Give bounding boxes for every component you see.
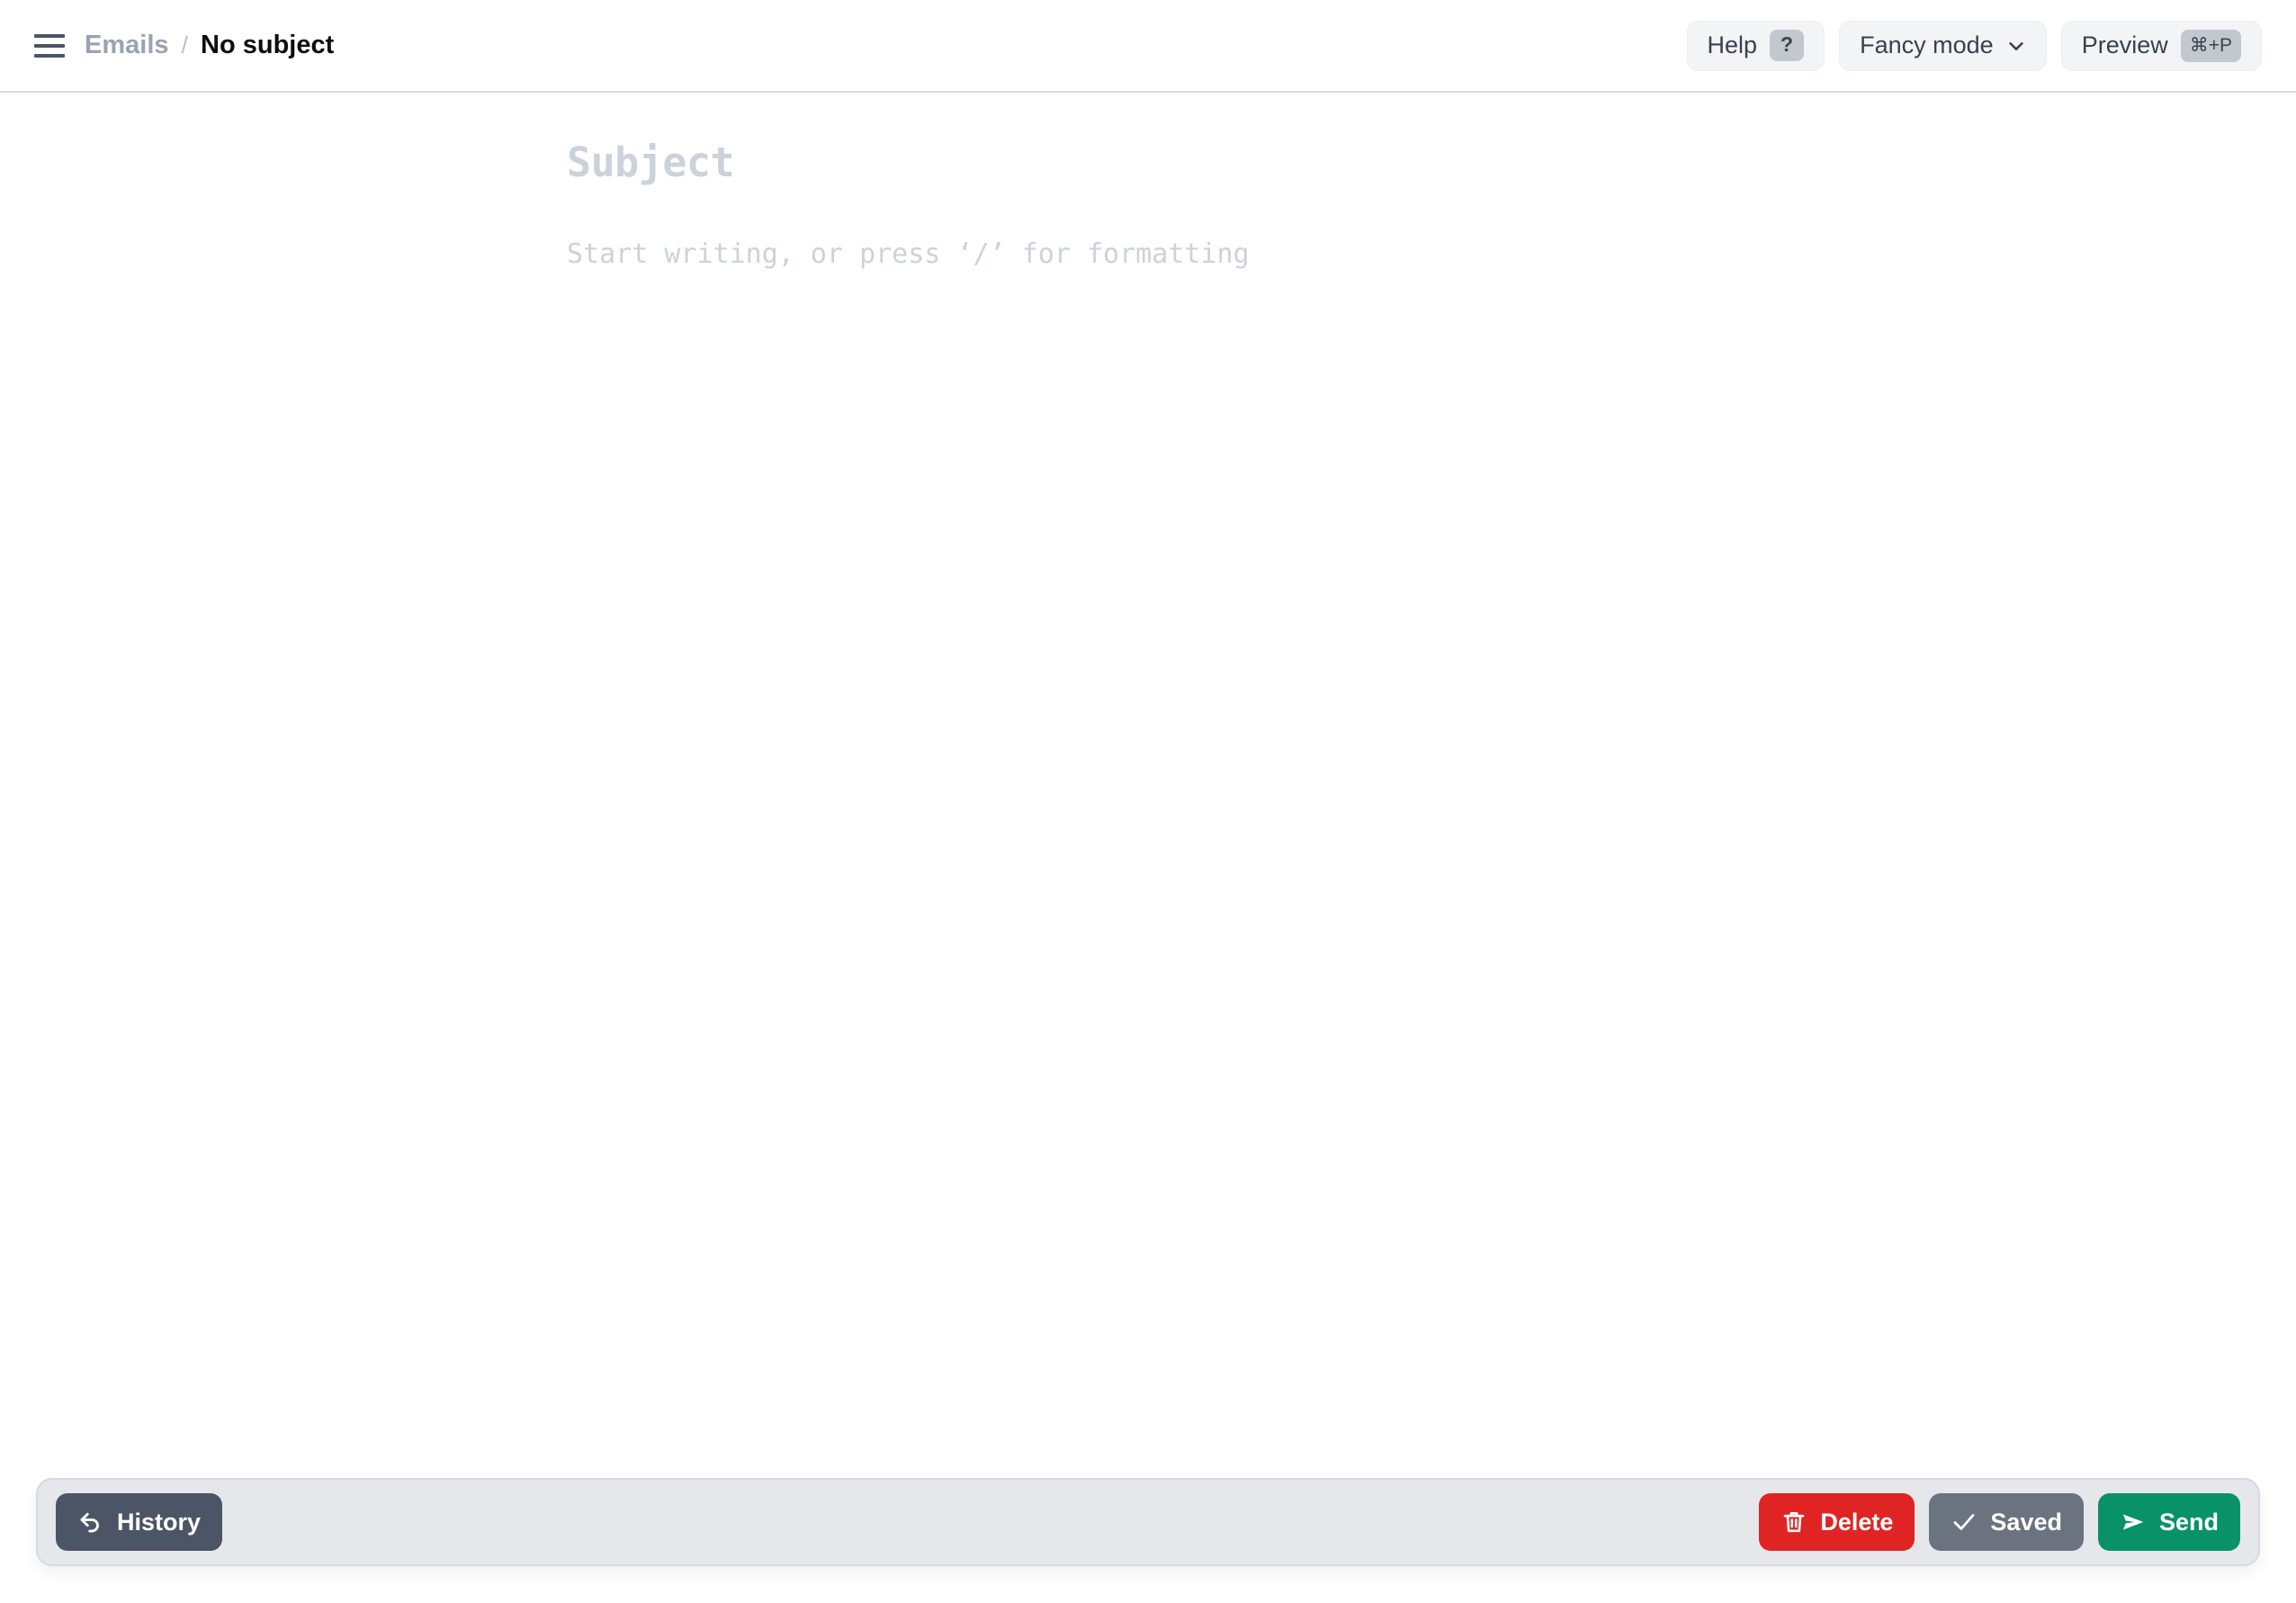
body-input-placeholder[interactable]: Start writing, or press ‘/’ for formatti… xyxy=(567,237,2296,272)
send-button[interactable]: Send xyxy=(2097,1493,2240,1551)
fancy-mode-label: Fancy mode xyxy=(1860,31,1994,58)
hamburger-line xyxy=(34,53,65,58)
header-actions-group: Help ? Fancy mode Preview ⌘+P xyxy=(1686,20,2262,71)
bottom-toolbar-right-group: Delete Saved Send xyxy=(1759,1493,2240,1551)
send-plane-icon xyxy=(2120,1509,2147,1536)
saved-button-label: Saved xyxy=(1990,1508,2062,1536)
history-button-label: History xyxy=(117,1508,202,1536)
breadcrumb-separator: / xyxy=(181,31,189,58)
history-button[interactable]: History xyxy=(56,1493,223,1551)
delete-button[interactable]: Delete xyxy=(1759,1493,1915,1551)
email-editor-area[interactable]: Subject Start writing, or press ‘/’ for … xyxy=(0,93,2296,1478)
preview-button-label: Preview xyxy=(2081,31,2168,58)
trash-icon xyxy=(1780,1509,1807,1536)
help-button[interactable]: Help ? xyxy=(1686,20,1825,71)
header-left-group: Emails / No subject xyxy=(34,31,334,61)
app-header: Emails / No subject Help ? Fancy mode Pr… xyxy=(0,0,2296,93)
editor-bottom-toolbar: History Delete Saved Send xyxy=(36,1478,2260,1566)
check-icon xyxy=(1951,1509,1978,1536)
subject-input-placeholder[interactable]: Subject xyxy=(567,142,2296,183)
help-shortcut-badge: ? xyxy=(1770,30,1805,61)
hamburger-line xyxy=(34,43,65,48)
send-button-label: Send xyxy=(2158,1508,2219,1536)
preview-shortcut-badge: ⌘+P xyxy=(2180,29,2241,62)
breadcrumb: Emails / No subject xyxy=(85,31,334,60)
hamburger-line xyxy=(34,33,65,38)
help-button-label: Help xyxy=(1707,31,1758,58)
saved-status-button[interactable]: Saved xyxy=(1929,1493,2084,1551)
undo-arrow-icon xyxy=(77,1509,104,1536)
hamburger-menu-icon[interactable] xyxy=(34,31,65,61)
breadcrumb-parent-link[interactable]: Emails xyxy=(85,31,169,60)
breadcrumb-current-page-title: No subject xyxy=(201,31,335,59)
delete-button-label: Delete xyxy=(1820,1508,1894,1536)
fancy-mode-dropdown[interactable]: Fancy mode xyxy=(1839,20,2047,71)
preview-button[interactable]: Preview ⌘+P xyxy=(2060,20,2262,71)
chevron-down-icon xyxy=(2006,36,2026,56)
